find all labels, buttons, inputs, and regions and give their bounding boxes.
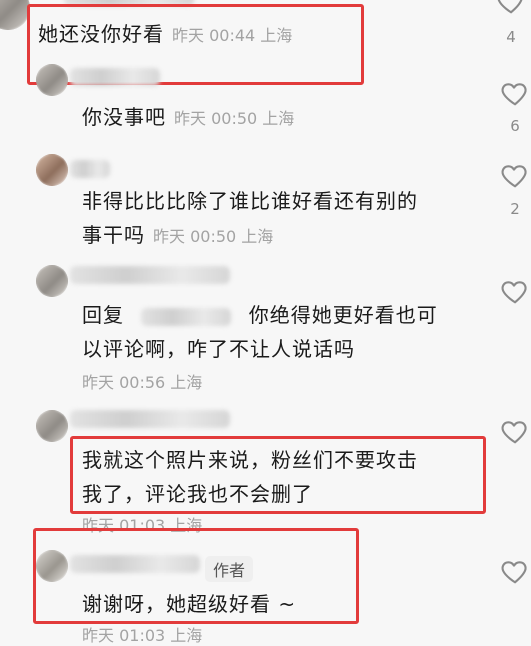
- blurred-reply-target: [141, 307, 232, 326]
- comment-meta: 昨天 00:50 上海: [153, 227, 274, 246]
- comment-text-line1: 我就这个照片来说，粉丝们不要攻击: [82, 448, 418, 472]
- avatar[interactable]: [36, 265, 68, 297]
- comment-reply-line1: 回复 你绝得她更好看也可: [82, 303, 438, 327]
- heart-outline-icon[interactable]: [500, 160, 530, 190]
- comment-text-line1: 非得比比比除了谁比谁好看还有别的: [82, 189, 418, 213]
- heart-outline-icon[interactable]: [500, 78, 530, 108]
- comment-meta: 昨天 00:56 上海: [82, 373, 203, 392]
- blurred-username: [70, 68, 160, 86]
- comment-meta: 昨天 01:03 上海: [82, 626, 203, 645]
- like-count: 4: [506, 28, 516, 46]
- heart-outline-icon[interactable]: [496, 0, 526, 16]
- comment-text: 事干吗 昨天 00:50 上海: [82, 223, 274, 247]
- heart-outline-icon[interactable]: [500, 276, 530, 306]
- comment-text: 谢谢呀，她超级好看 ~: [82, 592, 297, 616]
- heart-outline-icon[interactable]: [500, 416, 530, 446]
- avatar[interactable]: [36, 64, 68, 96]
- avatar[interactable]: [36, 154, 68, 186]
- heart-outline-icon[interactable]: [500, 556, 530, 586]
- comment-text: 你没事吧 昨天 00:50 上海: [82, 105, 295, 129]
- avatar[interactable]: [36, 410, 68, 442]
- blurred-username: [70, 410, 230, 428]
- blurred-username: [70, 555, 200, 573]
- reply-prefix: 回复: [82, 303, 124, 327]
- comment-meta: 昨天 00:44 上海: [172, 26, 293, 45]
- comment-text: 她还没你好看 昨天 00:44 上海: [38, 22, 293, 46]
- comment-meta: 昨天 00:50 上海: [174, 109, 295, 128]
- avatar[interactable]: [0, 0, 30, 30]
- comment-text-line2: 我了，评论我也不会删了: [82, 482, 313, 506]
- avatar[interactable]: [36, 550, 68, 582]
- like-count: 6: [510, 117, 520, 135]
- blurred-username: [70, 160, 110, 178]
- comment-text-line2: 以评论啊，咋了不让人说话吗: [82, 337, 355, 361]
- like-count: 2: [510, 200, 520, 218]
- author-tag: 作者: [205, 556, 254, 582]
- blurred-username: [70, 266, 230, 284]
